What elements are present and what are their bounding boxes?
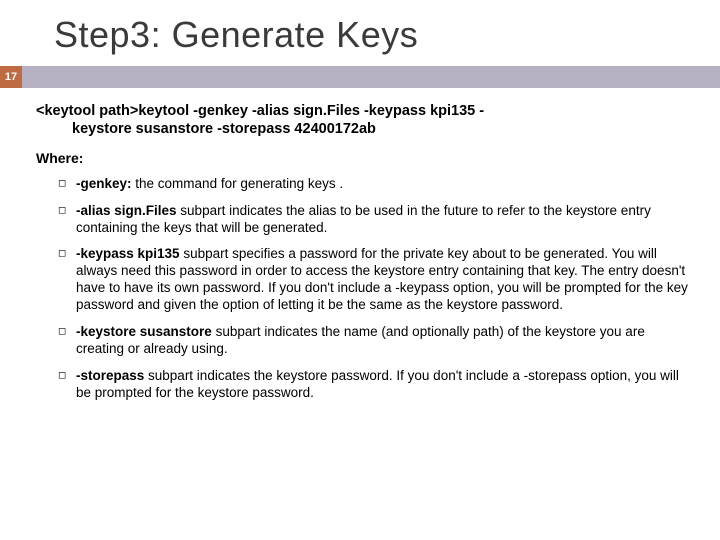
list-item: ◻ -storepass subpart indicates the keyst… <box>58 368 692 402</box>
where-label: Where: <box>36 146 692 176</box>
bullet-rest: the command for generating keys . <box>132 176 344 191</box>
bullet-rest: subpart indicates the keystore password.… <box>76 368 679 400</box>
list-item-text: -alias sign.Files subpart indicates the … <box>76 203 692 237</box>
bullet-bold: -genkey: <box>76 176 132 191</box>
bullet-bold: -alias sign.Files <box>76 203 177 218</box>
square-bullet-icon: ◻ <box>58 176 76 192</box>
square-bullet-icon: ◻ <box>58 368 76 384</box>
command-block: <keytool path>keytool -genkey -alias sig… <box>36 102 692 146</box>
list-item-text: -genkey: the command for generating keys… <box>76 176 692 193</box>
square-bullet-icon: ◻ <box>58 203 76 219</box>
command-line-1: <keytool path>keytool -genkey -alias sig… <box>36 103 484 119</box>
bullet-bold: -keystore susanstore <box>76 324 212 339</box>
bullet-bold: -storepass <box>76 368 144 383</box>
page-number: 17 <box>0 66 22 88</box>
slide: Step3: Generate Keys 17 <keytool path>ke… <box>0 0 720 540</box>
accent-bar <box>22 66 720 88</box>
list-item: ◻ -genkey: the command for generating ke… <box>58 176 692 193</box>
command-line-2: keystore susanstore -storepass 42400172a… <box>36 120 692 138</box>
bullet-bold: -keypass kpi135 <box>76 246 180 261</box>
square-bullet-icon: ◻ <box>58 324 76 340</box>
square-bullet-icon: ◻ <box>58 246 76 262</box>
list-item: ◻ -keypass kpi135 subpart specifies a pa… <box>58 246 692 314</box>
header-bar: 17 <box>0 66 720 88</box>
slide-title: Step3: Generate Keys <box>0 0 720 66</box>
bullet-list: ◻ -genkey: the command for generating ke… <box>36 176 692 402</box>
list-item-text: -keypass kpi135 subpart specifies a pass… <box>76 246 692 314</box>
content-area: <keytool path>keytool -genkey -alias sig… <box>0 88 720 411</box>
list-item-text: -keystore susanstore subpart indicates t… <box>76 324 692 358</box>
list-item: ◻ -keystore susanstore subpart indicates… <box>58 324 692 358</box>
list-item: ◻ -alias sign.Files subpart indicates th… <box>58 203 692 237</box>
list-item-text: -storepass subpart indicates the keystor… <box>76 368 692 402</box>
